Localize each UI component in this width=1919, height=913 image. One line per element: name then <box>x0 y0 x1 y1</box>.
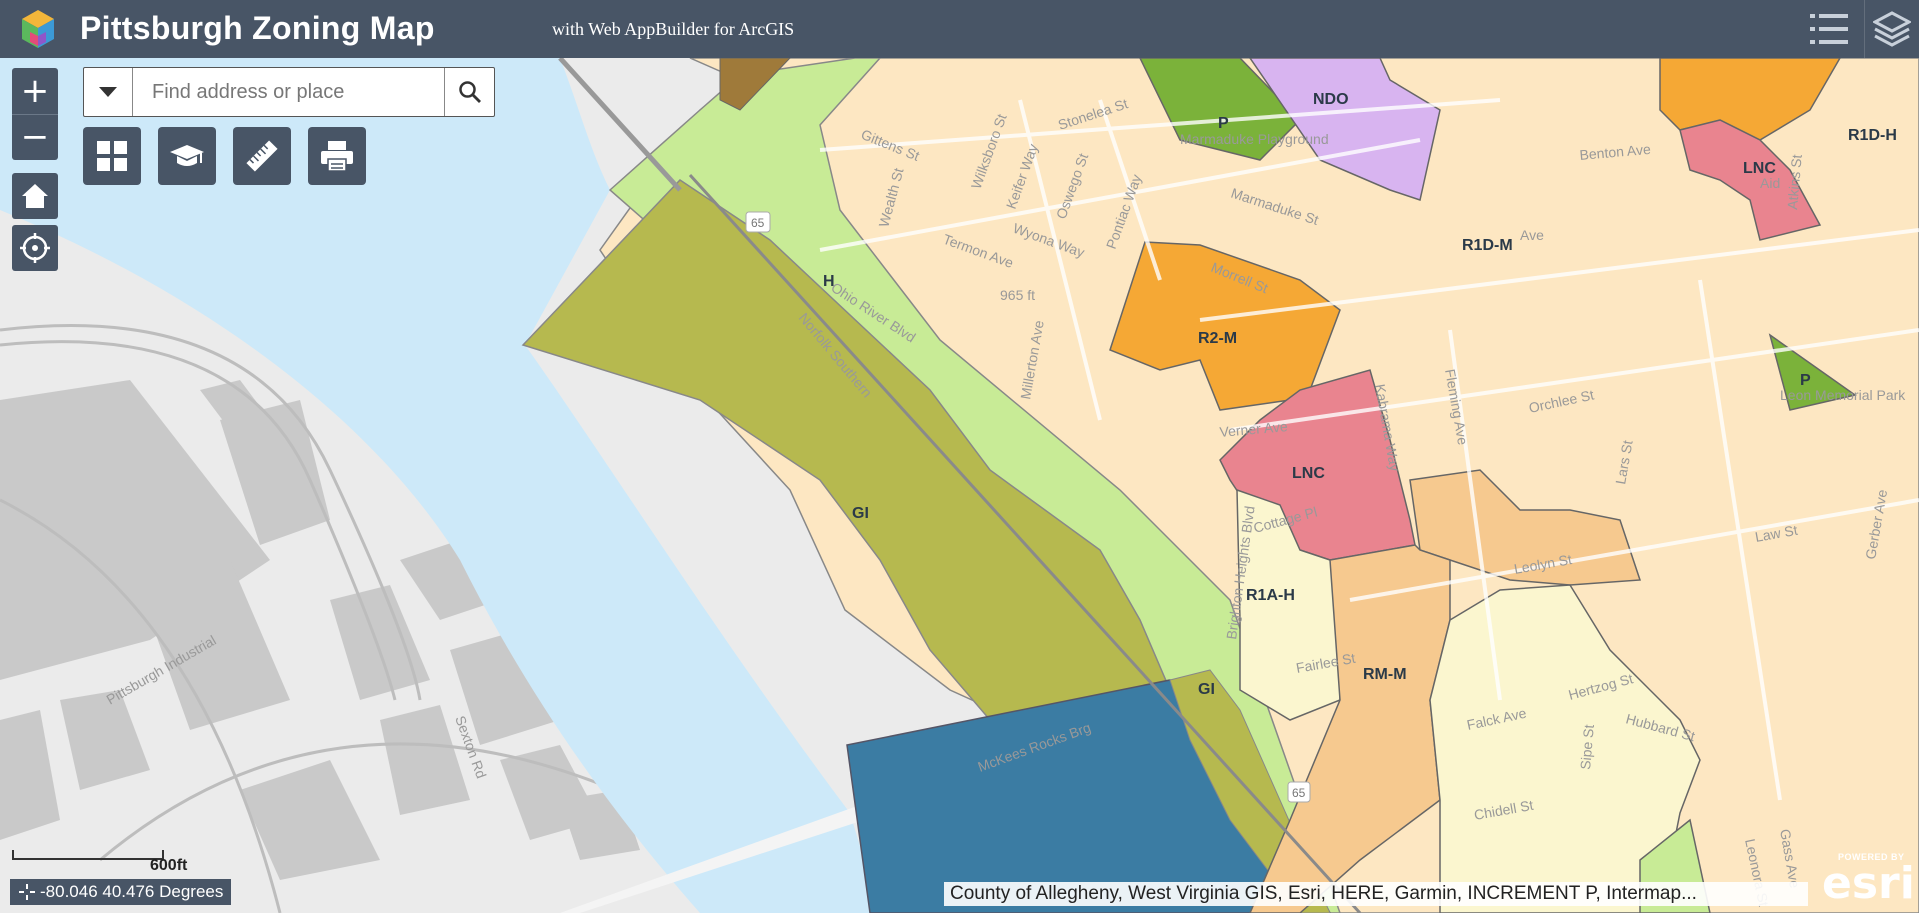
coordinate-display[interactable]: -80.046 40.476 Degrees <box>10 879 232 905</box>
map-attribution[interactable]: County of Allegheny, West Virginia GIS, … <box>944 882 1808 906</box>
printer-icon <box>321 141 353 172</box>
scale-bar <box>12 850 164 860</box>
coordinate-text: -80.046 40.476 Degrees <box>40 882 224 901</box>
route-65-shield: 65 <box>745 211 771 233</box>
esri-logo: POWERED BY esri <box>1818 852 1916 910</box>
hill-elevation-label: 965 ft <box>1000 287 1035 303</box>
print-button[interactable] <box>308 127 366 185</box>
zoom-out-button[interactable]: − <box>12 114 58 160</box>
legend-button[interactable] <box>1802 0 1856 58</box>
scale-label: 600ft <box>150 857 188 874</box>
zone-label-ndo: NDO <box>1313 91 1349 108</box>
zoom-in-button[interactable]: + <box>12 68 58 115</box>
app-header: Pittsburgh Zoning Map with Web AppBuilde… <box>0 0 1919 58</box>
zone-label-r1d-h: R1D-H <box>1848 127 1897 144</box>
app-subtitle: with Web AppBuilder for ArcGIS <box>552 19 795 39</box>
search-source-dropdown[interactable] <box>84 68 133 116</box>
zone-label-lnc-mid: LNC <box>1292 465 1325 482</box>
caret-down-icon <box>99 87 117 97</box>
zoom-control: + − <box>12 68 58 160</box>
list-icon <box>1810 14 1848 44</box>
route-65-shield-south: 65 <box>1287 781 1311 803</box>
search-widget <box>83 67 495 117</box>
basemap-gallery-button[interactable] <box>83 127 141 185</box>
graduation-cap-icon <box>170 145 204 166</box>
marmaduke-playground-label: Marmaduke Playground <box>1180 131 1329 147</box>
layer-list-button[interactable] <box>1864 0 1919 58</box>
zone-label-r2-m: R2-M <box>1198 330 1237 347</box>
memorial-park-label: Leon Memorial Park <box>1780 387 1906 403</box>
zone-label-rm-m: RM-M <box>1363 666 1407 683</box>
about-button[interactable] <box>158 127 216 185</box>
ruler-icon <box>246 140 278 172</box>
home-button[interactable] <box>12 173 58 219</box>
app-logo-icon <box>22 10 54 48</box>
app-title: Pittsburgh Zoning Map <box>80 10 435 46</box>
zone-label-gi-small: GI <box>1198 681 1215 698</box>
measurement-button[interactable] <box>233 127 291 185</box>
aid-label: Aid <box>1760 175 1780 191</box>
crosshair-icon[interactable] <box>14 884 40 900</box>
layers-icon <box>1873 11 1911 47</box>
road-label-ave: Ave <box>1520 227 1544 243</box>
esri-wordmark: esri <box>1822 858 1915 909</box>
svg-text:65: 65 <box>751 216 765 230</box>
zone-label-r1d-m: R1D-M <box>1462 237 1513 254</box>
search-icon <box>459 81 481 103</box>
grid-icon <box>97 141 127 171</box>
home-icon <box>22 184 48 208</box>
zone-label-p: P <box>1218 115 1229 132</box>
my-location-button[interactable] <box>12 225 58 271</box>
search-button[interactable] <box>444 68 495 116</box>
zoning-map-canvas[interactable]: NDO P Marmaduke Playground LNC Aid R1D-H… <box>0 58 1919 913</box>
map-view[interactable]: NDO P Marmaduke Playground LNC Aid R1D-H… <box>0 58 1919 913</box>
zone-label-gi: GI <box>852 505 869 522</box>
svg-text:65: 65 <box>1292 786 1306 800</box>
search-input[interactable] <box>140 68 446 116</box>
locate-icon <box>20 233 50 263</box>
zone-label-r1a-h: R1A-H <box>1246 587 1295 604</box>
